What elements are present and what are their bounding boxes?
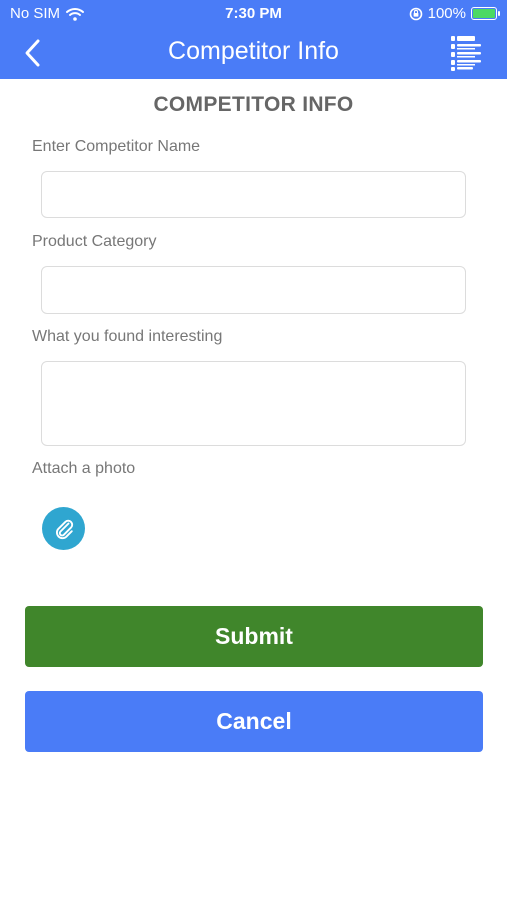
competitor-name-label: Enter Competitor Name: [32, 138, 201, 155]
product-category-label: Product Category: [32, 233, 157, 250]
status-bar: No SIM 7:30 PM 100%: [0, 0, 507, 28]
nav-bar: Competitor Info: [0, 28, 507, 79]
cancel-button[interactable]: Cancel: [25, 691, 483, 752]
product-category-input[interactable]: [41, 266, 466, 314]
interesting-textarea[interactable]: [41, 361, 466, 446]
battery-level-fill: [473, 9, 495, 18]
battery-percent: 100%: [427, 5, 466, 22]
attach-photo-label: Attach a photo: [32, 460, 136, 477]
paperclip-icon: [55, 519, 73, 539]
list-icon: [451, 36, 481, 71]
competitor-name-input[interactable]: [41, 171, 466, 218]
submit-button[interactable]: Submit: [25, 606, 483, 667]
top-bar: No SIM 7:30 PM 100% Competitor Info: [0, 0, 507, 79]
page-title: Competitor Info: [168, 37, 339, 65]
form-heading: COMPETITOR INFO: [153, 93, 354, 116]
interesting-label: What you found interesting: [32, 328, 223, 345]
orientation-lock-icon: [409, 7, 422, 20]
status-right-group: 100%: [409, 5, 500, 22]
battery-charging-icon: [471, 7, 500, 20]
competitor-info-screen: No SIM 7:30 PM 100% Competitor Info COMP…: [0, 0, 507, 900]
list-menu-button[interactable]: [449, 33, 483, 73]
attach-photo-button[interactable]: [42, 507, 85, 550]
